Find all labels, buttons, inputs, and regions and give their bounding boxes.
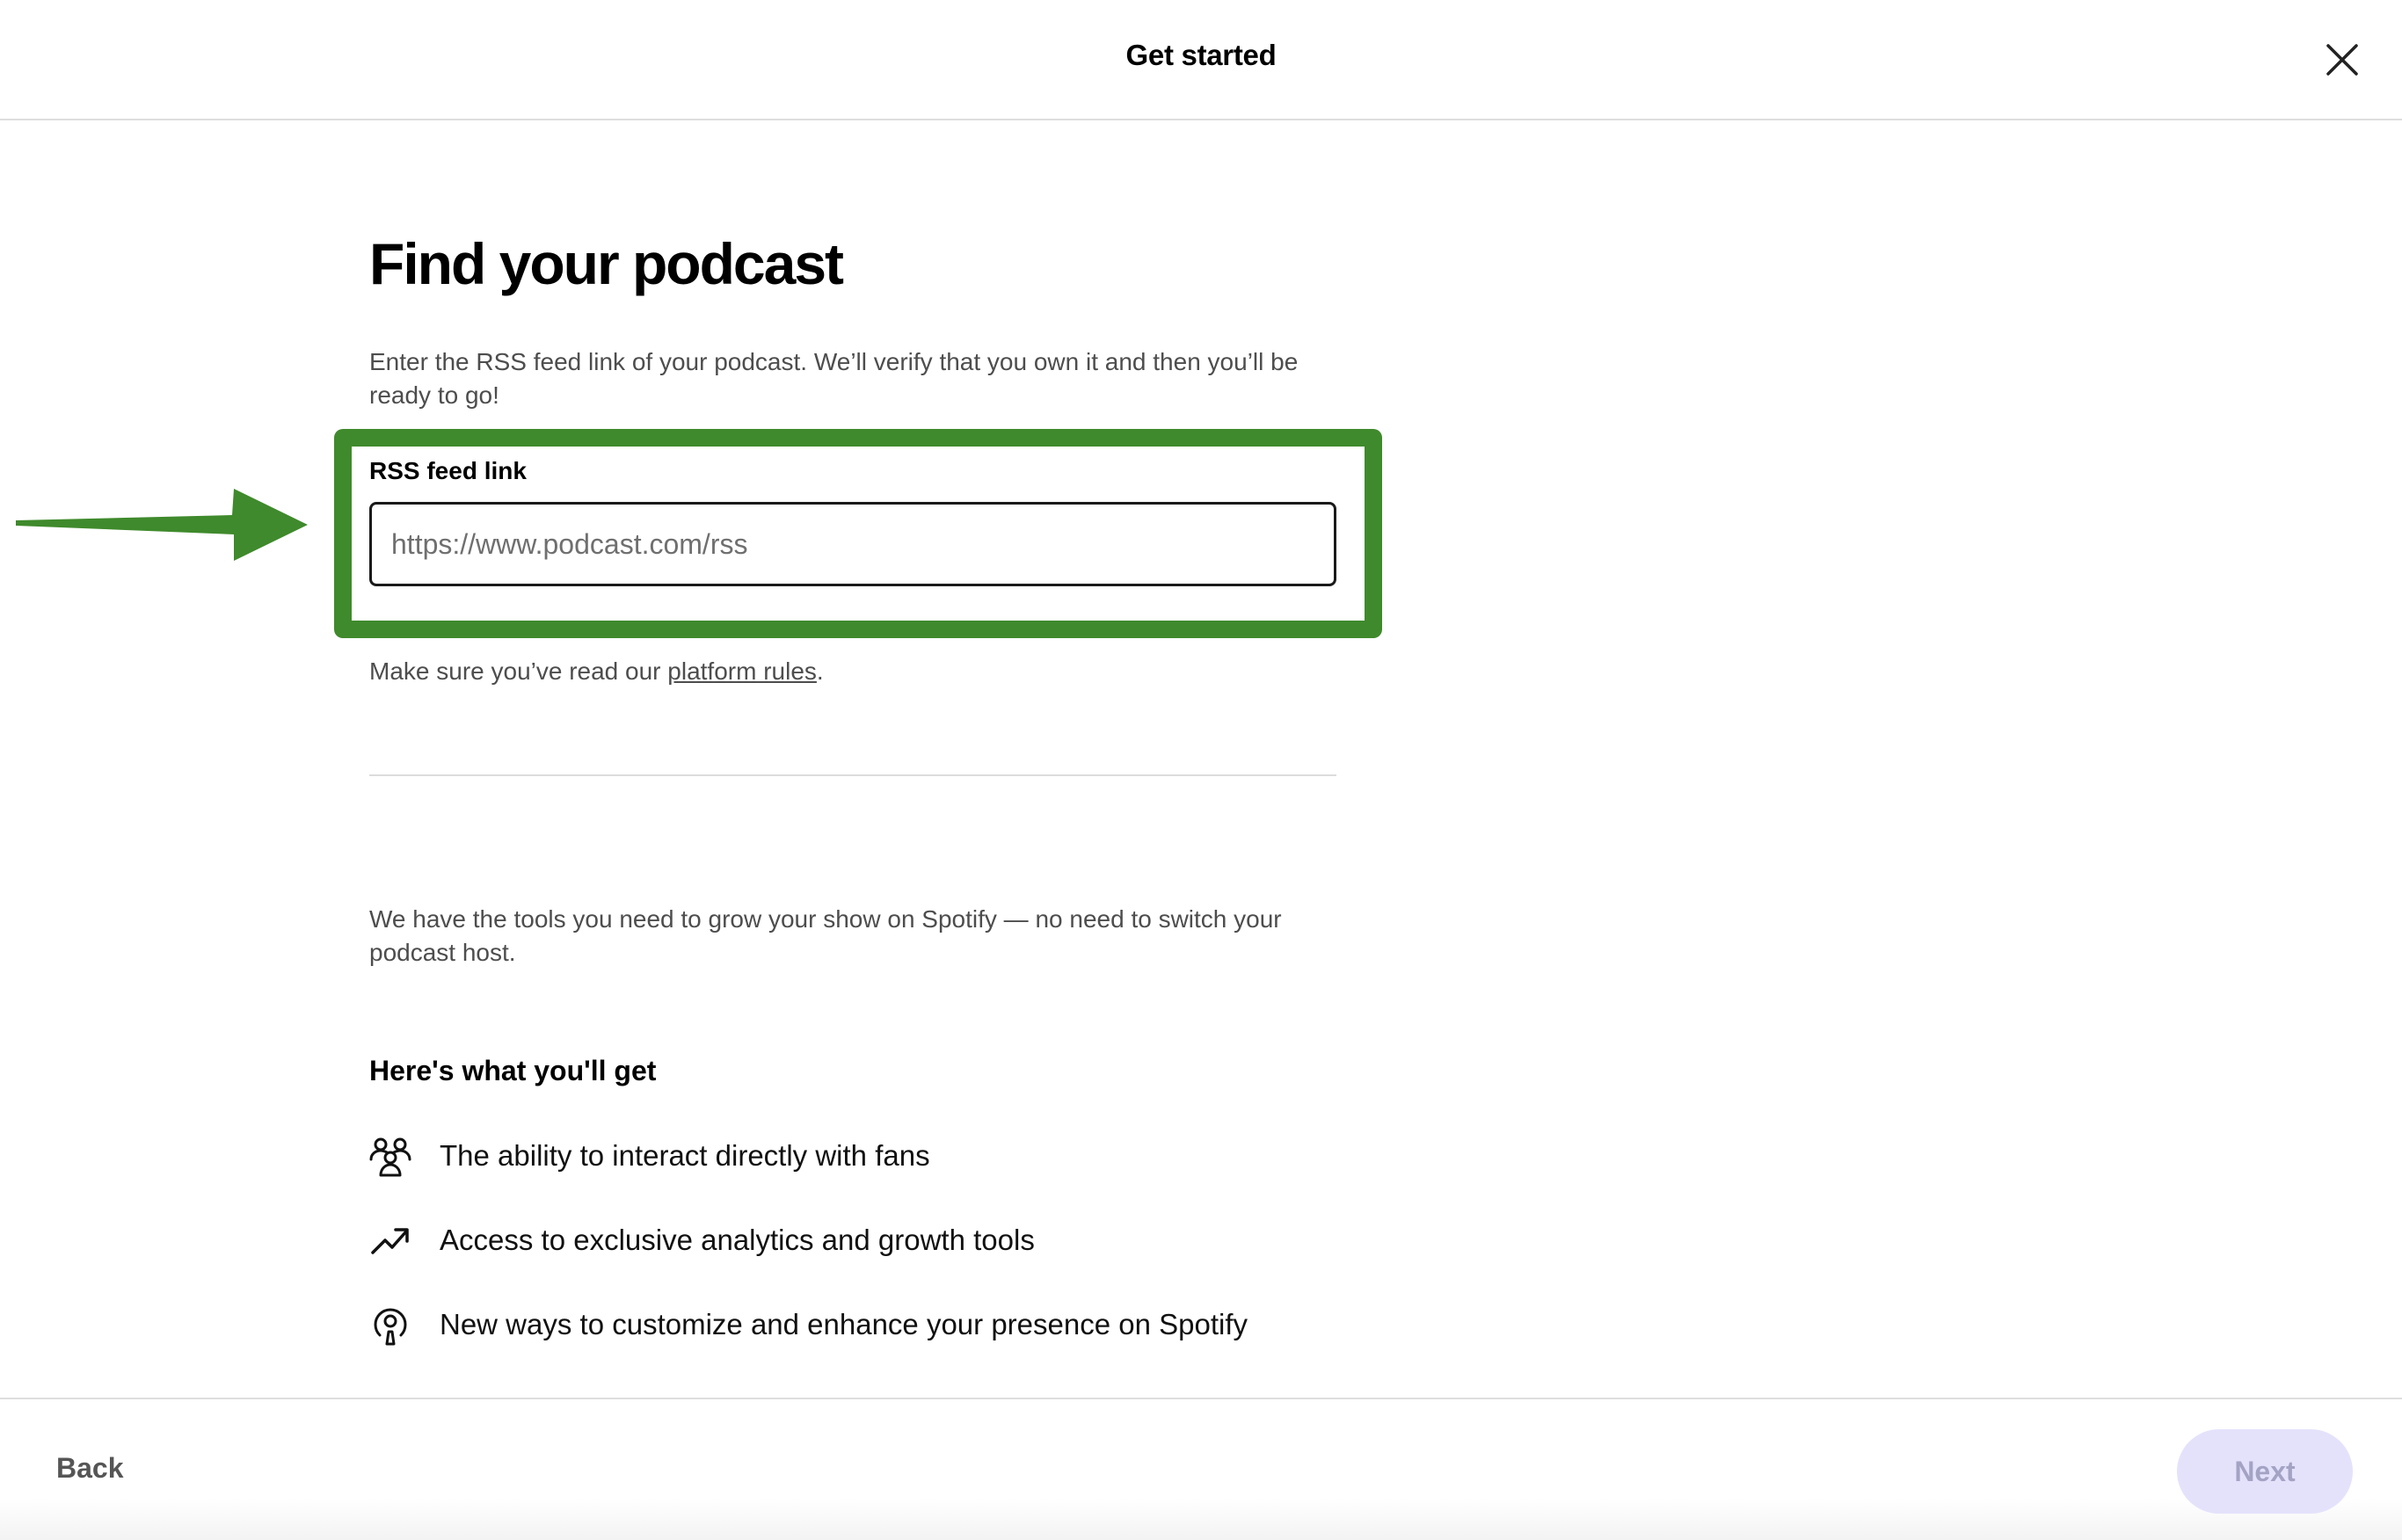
close-icon — [2326, 44, 2358, 76]
header-bar: Get started — [0, 0, 2402, 120]
rss-field-label: RSS feed link — [369, 457, 527, 484]
benefit-text: New ways to customize and enhance your p… — [440, 1308, 1248, 1340]
rules-prefix: Make sure you’ve read our — [369, 657, 668, 685]
get-started-page: Get started Find your podcast Enter the … — [0, 0, 2402, 1540]
benefit-item: New ways to customize and enhance your p… — [369, 1301, 1248, 1348]
rules-suffix: . — [816, 657, 824, 685]
trending-up-icon — [369, 1219, 411, 1261]
arrow-right-icon — [12, 483, 311, 566]
podcast-icon — [369, 1304, 411, 1346]
close-button[interactable] — [2321, 39, 2363, 81]
tools-description: We have the tools you need to grow your … — [369, 905, 1282, 966]
rss-feed-input[interactable] — [369, 502, 1336, 586]
page-title: Find your podcast — [369, 231, 844, 296]
fans-icon — [369, 1135, 411, 1177]
platform-rules-text: Make sure you’ve read our platform rules… — [369, 657, 824, 686]
section-divider — [369, 774, 1336, 776]
header-title: Get started — [1125, 39, 1277, 71]
benefit-text: Access to exclusive analytics and growth… — [440, 1224, 1035, 1256]
benefit-text: The ability to interact directly with fa… — [440, 1139, 930, 1172]
page-description: Enter the RSS feed link of your podcast.… — [369, 348, 1299, 409]
benefit-item: Access to exclusive analytics and growth… — [369, 1217, 1035, 1264]
benefits-heading: Here's what you'll get — [369, 1055, 657, 1086]
back-button[interactable]: Back — [56, 1452, 124, 1485]
footer-bar: Back Next — [0, 1398, 2402, 1540]
benefit-item: The ability to interact directly with fa… — [369, 1132, 930, 1180]
next-button[interactable]: Next — [2177, 1429, 2353, 1514]
platform-rules-link[interactable]: platform rules — [667, 657, 817, 685]
